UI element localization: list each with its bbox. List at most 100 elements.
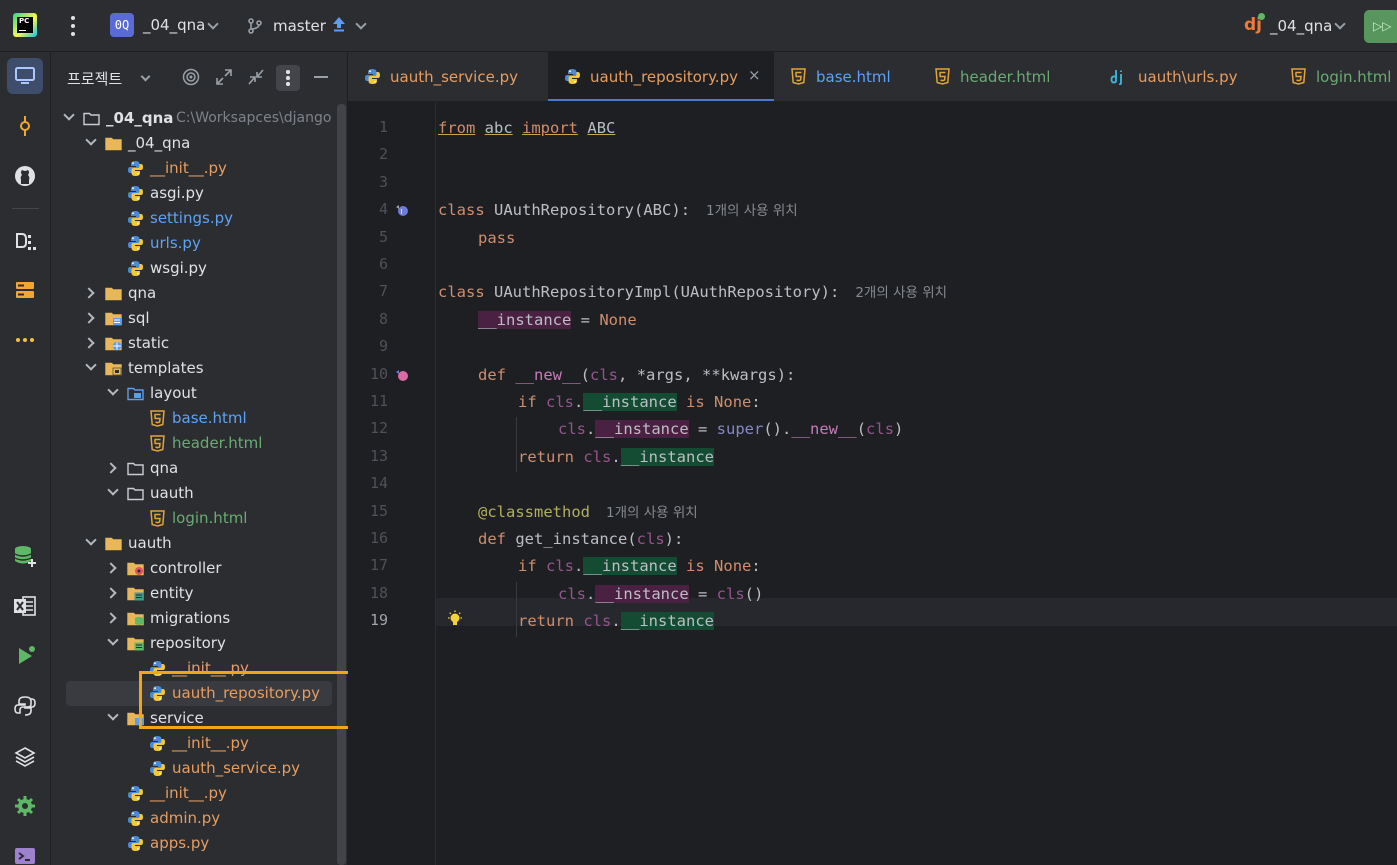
tree-folder-item[interactable]: repository (51, 631, 337, 656)
chevron-down-icon[interactable] (107, 634, 119, 646)
run-configuration[interactable]: _04_qna (1270, 17, 1332, 35)
tree-file-item[interactable]: apps.py (51, 831, 337, 856)
tree-file-item[interactable]: __init__.py (51, 156, 337, 181)
editor-tab[interactable]: login.html (1274, 52, 1397, 101)
tree-folder-item[interactable]: qna (51, 281, 337, 306)
chevron-down-icon[interactable] (85, 359, 97, 371)
project-name[interactable]: _04_qna (143, 16, 205, 34)
code-line[interactable]: return cls.__instance (518, 445, 715, 469)
structure-tool-button[interactable] (7, 224, 43, 260)
tree-file-item[interactable]: __init__.py (51, 731, 337, 756)
tree-file-item[interactable]: uauth_service.py (51, 756, 337, 781)
more-tools-button[interactable] (7, 322, 43, 358)
chevron-down-icon[interactable] (1334, 18, 1346, 30)
tree-folder-item[interactable]: uauth (51, 531, 337, 556)
editor-tab[interactable]: header.html (918, 52, 1094, 101)
chevron-down-icon[interactable] (85, 134, 97, 146)
usage-inlay-hint[interactable]: 1개의 사용 위치 (606, 505, 698, 521)
tree-file-item[interactable]: admin.py (51, 806, 337, 831)
chevron-right-icon[interactable] (83, 312, 95, 324)
code-line[interactable]: def __new__(cls, *args, **kwargs): (478, 363, 795, 387)
chevron-right-icon[interactable] (83, 287, 95, 299)
chevron-down-icon[interactable] (63, 109, 75, 121)
editor-tab[interactable]: base.html (774, 52, 918, 101)
project-tree-scrollbar[interactable] (337, 104, 346, 865)
code-line[interactable]: class UAuthRepository(ABC): 1개의 사용 위치 (438, 198, 798, 222)
chevron-down-icon[interactable] (140, 71, 151, 82)
project-tool-button[interactable] (7, 58, 43, 94)
layers-tool-button[interactable] (7, 738, 43, 774)
tree-folder-item[interactable]: qna (51, 456, 337, 481)
editor-tab[interactable]: uauth_service.py (348, 52, 548, 101)
chevron-right-icon[interactable] (83, 337, 95, 349)
chevron-right-icon[interactable] (105, 462, 117, 474)
tree-folder-item[interactable]: static (51, 331, 337, 356)
tree-file-item[interactable]: settings.py (51, 206, 337, 231)
chevron-down-icon[interactable] (107, 709, 119, 721)
database-tool-button[interactable] (7, 538, 43, 574)
chevron-down-icon[interactable] (207, 18, 219, 30)
usage-inlay-hint[interactable]: 2개의 사용 위치 (855, 285, 947, 301)
code-line[interactable]: pass (478, 226, 515, 250)
tree-file-item[interactable]: base.html (51, 406, 337, 431)
minimize-icon[interactable] (310, 66, 332, 88)
python-console-button[interactable] (7, 688, 43, 724)
usage-inlay-hint[interactable]: 1개의 사용 위치 (706, 203, 798, 219)
lightbulb-icon[interactable] (446, 610, 462, 626)
code-line[interactable]: return cls.__instance (518, 609, 715, 633)
tree-file-item[interactable]: asgi.py (51, 181, 337, 206)
collapse-all-icon[interactable] (245, 66, 267, 88)
chevron-down-icon[interactable] (107, 384, 119, 396)
more-options-icon[interactable] (276, 65, 300, 91)
code-line[interactable]: __instance = None (478, 308, 637, 332)
tree-file-item[interactable]: login.html (51, 506, 337, 531)
code-line[interactable]: class UAuthRepositoryImpl(UAuthRepositor… (438, 280, 947, 304)
tree-folder-item[interactable]: layout (51, 381, 337, 406)
tree-folder-item[interactable]: templates (51, 356, 337, 381)
main-menu-icon[interactable] (63, 14, 83, 38)
project-badge[interactable]: 0Q (110, 13, 134, 37)
chevron-down-icon[interactable] (85, 534, 97, 546)
settings-tool-button[interactable] (7, 788, 43, 824)
code-line[interactable]: if cls.__instance is None: (518, 554, 761, 578)
run-tool-button[interactable] (7, 638, 43, 674)
tree-folder-item[interactable]: sql (51, 306, 337, 331)
editor-tab[interactable]: uauth\urls.py (1094, 52, 1274, 101)
code-line[interactable]: def get_instance(cls): (478, 527, 683, 551)
tree-file-item[interactable]: wsgi.py (51, 256, 337, 281)
implemented-gutter-icon[interactable]: I (394, 202, 410, 218)
close-tab-icon[interactable]: × (748, 66, 761, 84)
expand-all-icon[interactable] (213, 66, 235, 88)
override-gutter-icon[interactable] (394, 367, 410, 383)
tree-folder-item[interactable]: _04_qna C:\Worksapces\django (51, 106, 337, 131)
code-line[interactable]: @classmethod 1개의 사용 위치 (478, 500, 698, 524)
services-tool-button[interactable] (7, 272, 43, 308)
git-branch-name[interactable]: master (273, 17, 326, 35)
github-tool-button[interactable] (7, 158, 43, 194)
chevron-right-icon[interactable] (105, 562, 117, 574)
chevron-right-icon[interactable] (105, 587, 117, 599)
code-line[interactable]: cls.__instance = cls() (558, 582, 763, 606)
tree-file-item[interactable]: urls.py (51, 231, 337, 256)
tree-file-item[interactable]: __init__.py (51, 781, 337, 806)
target-icon[interactable] (180, 66, 202, 88)
tree-folder-item[interactable]: entity (51, 581, 337, 606)
code-line[interactable]: cls.__instance = super().__new__(cls) (558, 417, 903, 441)
tree-folder-item[interactable]: controller (51, 556, 337, 581)
commit-tool-button[interactable] (7, 108, 43, 144)
chevron-down-icon[interactable] (355, 18, 367, 30)
run-button[interactable]: ▷▷ (1364, 10, 1397, 43)
editor-tab[interactable]: uauth_repository.py × (548, 52, 774, 101)
tree-folder-item[interactable]: _04_qna (51, 131, 337, 156)
terminal-tool-button[interactable] (7, 838, 43, 865)
tree-file-item[interactable]: header.html (51, 431, 337, 456)
tree-folder-item[interactable]: uauth (51, 481, 337, 506)
project-panel-title[interactable]: 프로젝트 (67, 68, 122, 89)
excel-tool-button[interactable] (7, 588, 43, 624)
python-file-icon (127, 185, 144, 202)
tree-folder-item[interactable]: migrations (51, 606, 337, 631)
code-line[interactable]: from abc import ABC (438, 116, 615, 140)
code-line[interactable]: if cls.__instance is None: (518, 390, 761, 414)
chevron-right-icon[interactable] (105, 612, 117, 624)
chevron-down-icon[interactable] (107, 484, 119, 496)
